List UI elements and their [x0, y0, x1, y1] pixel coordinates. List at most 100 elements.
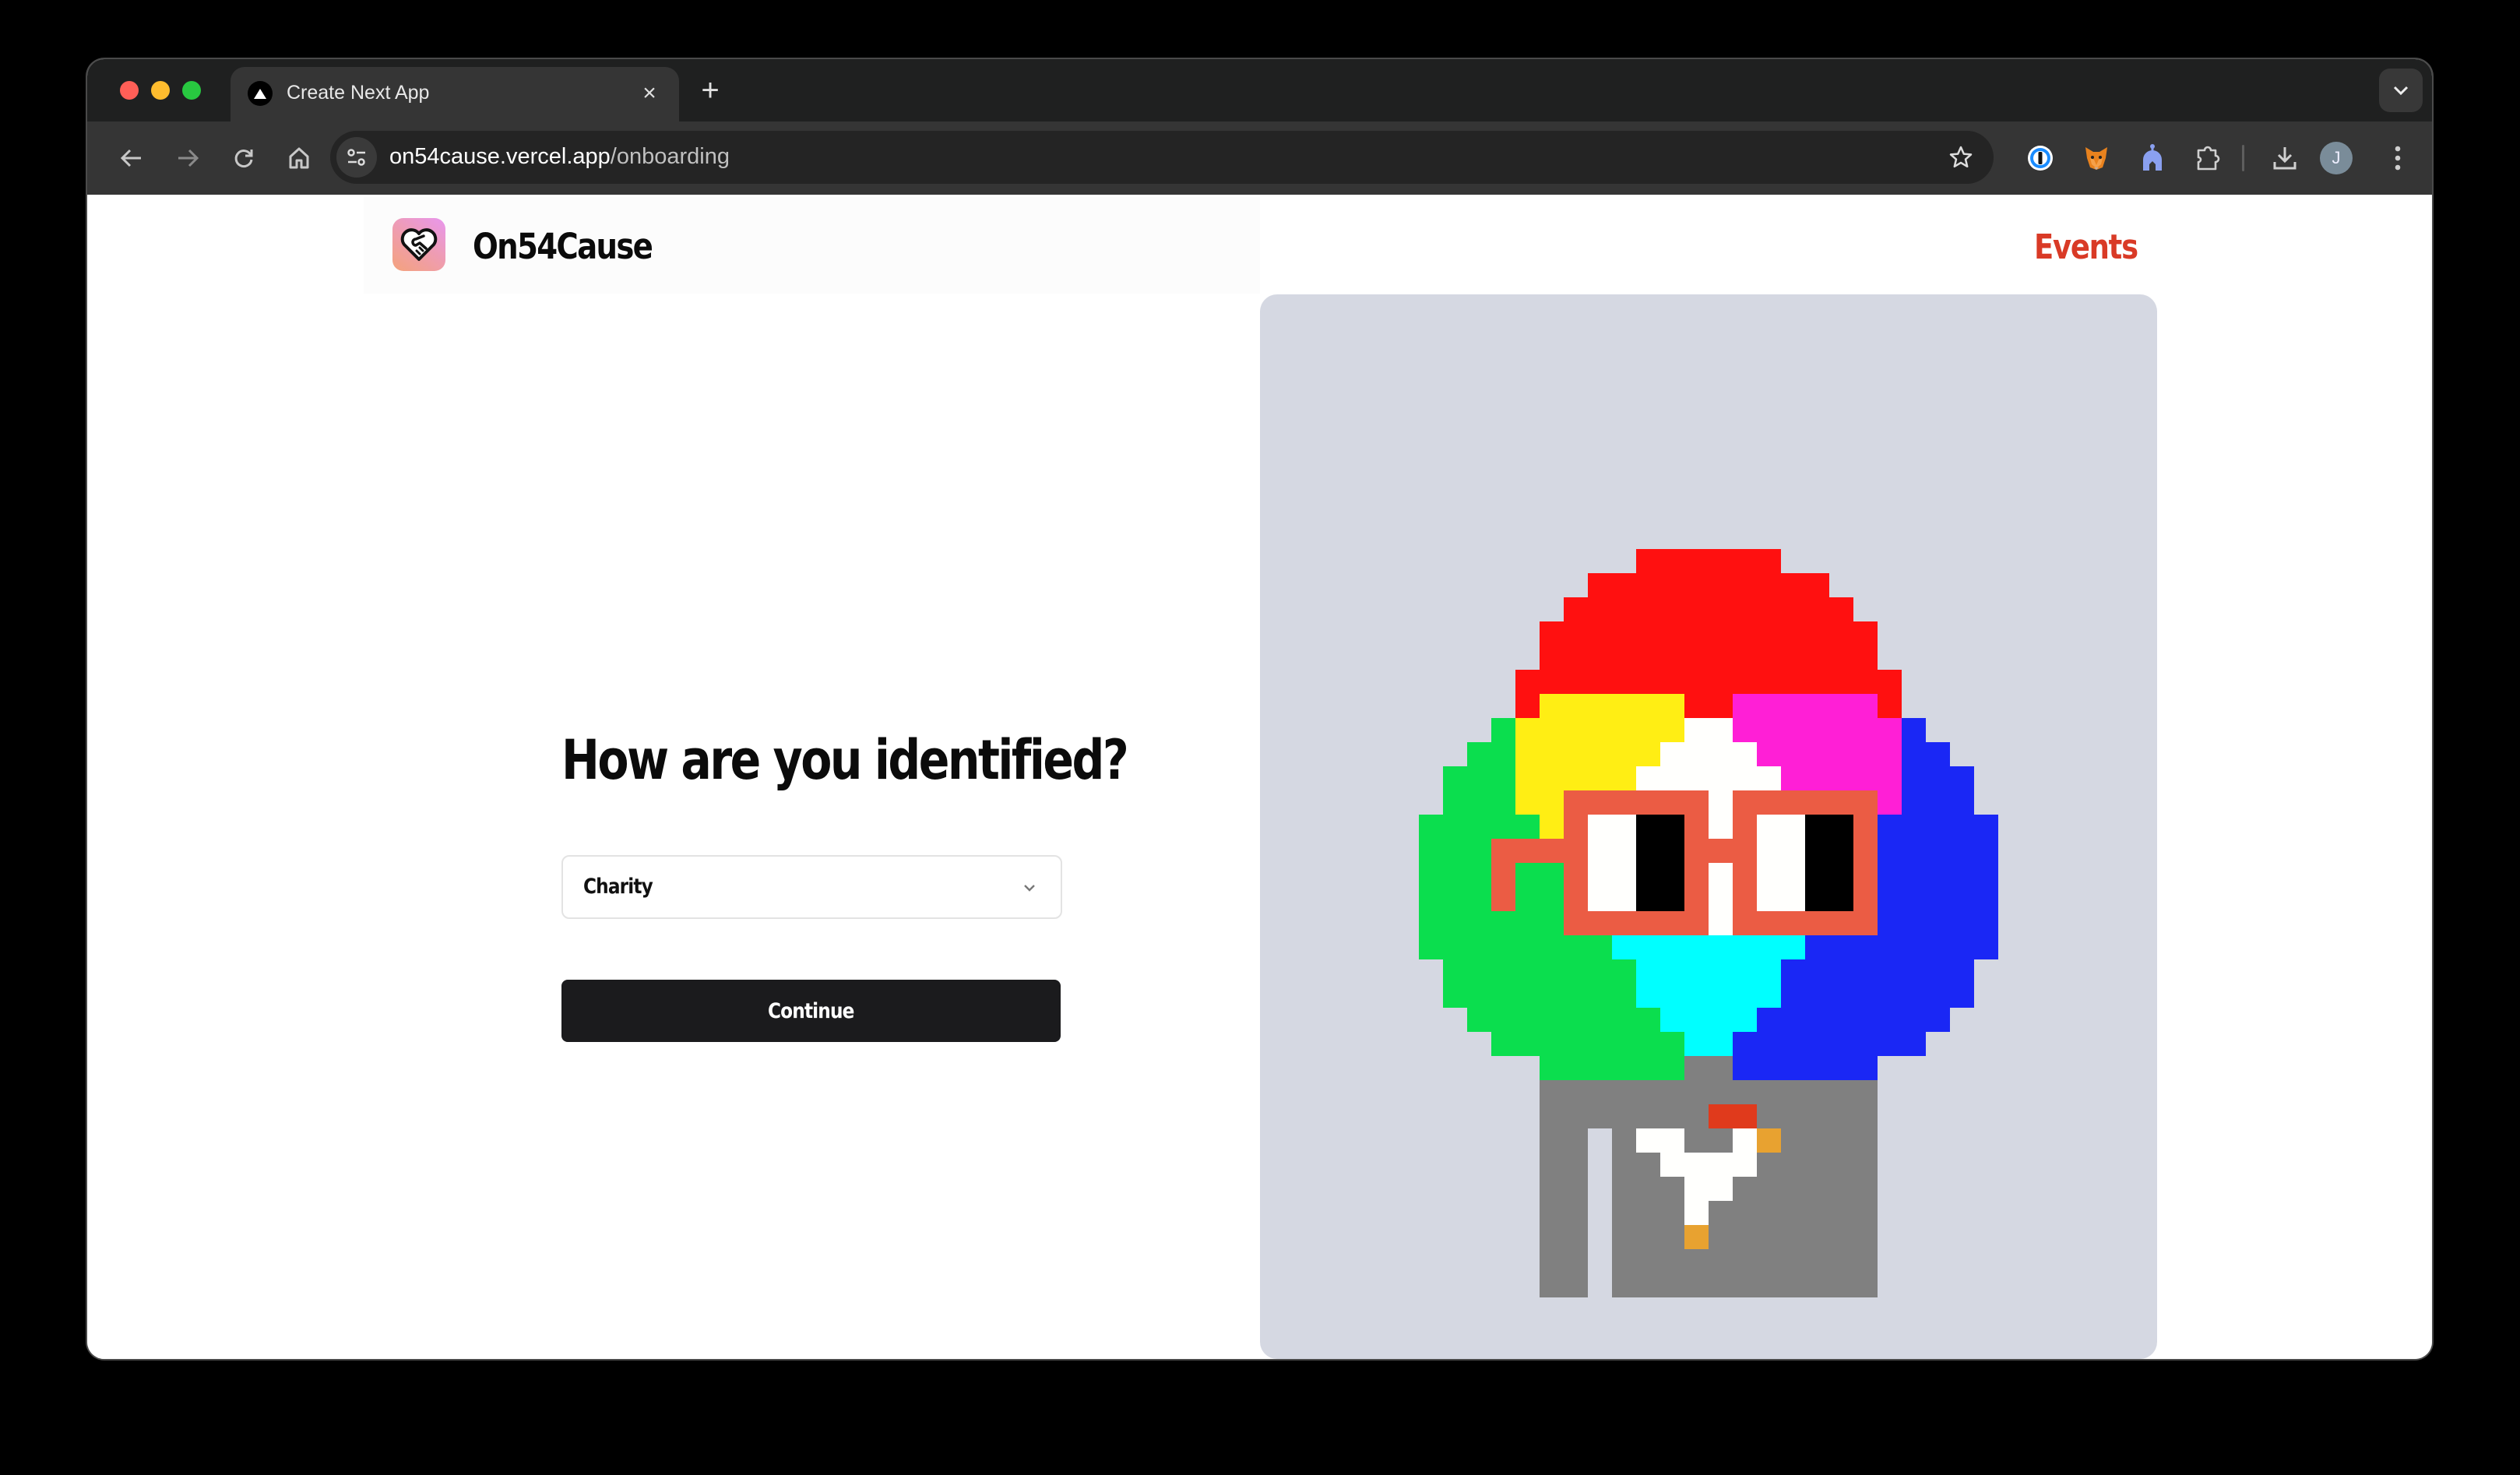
avatar-pixel: [1781, 959, 1805, 984]
avatar-pixel: [1709, 1273, 1733, 1297]
avatar-pixel: [1636, 1225, 1660, 1249]
avatar-pixel: [1878, 984, 1902, 1008]
avatar-pixel: [1974, 815, 1998, 839]
reload-button[interactable]: [224, 139, 263, 178]
logo[interactable]: [392, 218, 445, 271]
avatar-pixel: [1588, 766, 1612, 790]
continue-button[interactable]: Continue: [561, 980, 1061, 1042]
avatar-pixel: [1709, 1104, 1733, 1128]
avatar-pixel: [1588, 573, 1612, 597]
avatar-pixel: [1564, 1128, 1588, 1153]
close-tab-icon[interactable]: ×: [634, 78, 665, 109]
avatar-pixel: [1805, 1273, 1829, 1297]
avatar-pixel: [1733, 887, 1757, 911]
avatar-pixel: [1757, 694, 1781, 718]
downloads-icon[interactable]: [2265, 139, 2304, 178]
avatar-pixel: [1588, 887, 1612, 911]
avatar-pixel: [1636, 887, 1660, 911]
avatar-pixel: [1588, 621, 1612, 646]
avatar-pixel: [1853, 742, 1878, 766]
avatar-pixel: [1540, 1201, 1564, 1225]
avatar-pixel: [1829, 670, 1853, 694]
avatar-pixel: [1974, 935, 1998, 959]
avatar-pixel: [1612, 1177, 1636, 1201]
bookmark-star-icon[interactable]: [1945, 142, 1976, 173]
address-bar[interactable]: on54cause.vercel.app/onboarding: [330, 131, 1994, 184]
avatar-pixel: [1588, 984, 1612, 1008]
more-menu-icon[interactable]: [2378, 139, 2417, 178]
avatar-pixel: [1515, 887, 1540, 911]
url-text[interactable]: on54cause.vercel.app/onboarding: [389, 144, 730, 170]
avatar-pixel: [1805, 1177, 1829, 1201]
site-settings-icon[interactable]: [336, 137, 377, 178]
avatar-pixel: [1491, 887, 1515, 911]
nav-events-link[interactable]: Events: [2034, 227, 2138, 267]
avatar-pixel: [1926, 984, 1950, 1008]
avatar-pixel: [1515, 1008, 1540, 1032]
avatar-pixel: [1540, 1080, 1564, 1104]
avatar-pixel: [1805, 1201, 1829, 1225]
avatar-pixel: [1805, 790, 1829, 815]
minimize-window-button[interactable]: [151, 81, 170, 100]
maximize-window-button[interactable]: [182, 81, 201, 100]
profile-avatar[interactable]: J: [2320, 142, 2353, 174]
avatar-pixel: [1636, 694, 1660, 718]
avatar-pixel: [1660, 1056, 1684, 1080]
avatar-pixel: [1853, 863, 1878, 887]
avatar-pixel: [1612, 935, 1636, 959]
avatar-pixel: [1926, 1008, 1950, 1032]
avatar-pixel: [1612, 1249, 1636, 1273]
avatar-pixel: [1636, 1153, 1660, 1177]
avatar-pixel: [1853, 1008, 1878, 1032]
avatar-pixel: [1612, 911, 1636, 935]
avatar-pixel: [1733, 1273, 1757, 1297]
avatar-pixel: [1733, 597, 1757, 621]
avatar-pixel: [1853, 815, 1878, 839]
avatar-pixel: [1781, 597, 1805, 621]
home-button[interactable]: [280, 139, 319, 178]
identity-type-select[interactable]: Charity: [561, 855, 1062, 919]
avatar-pixel: [1757, 1128, 1781, 1153]
forward-button[interactable]: [168, 139, 207, 178]
avatar-pixel: [1829, 935, 1853, 959]
avatar-pixel: [1733, 984, 1757, 1008]
avatar-pixel: [1805, 597, 1829, 621]
avatar-pixel: [1636, 646, 1660, 670]
avatar-pixel: [1636, 742, 1660, 766]
avatar-pixel: [1684, 911, 1709, 935]
metamask-fox-icon[interactable]: [2077, 139, 2116, 178]
brand-name[interactable]: On54Cause: [473, 226, 653, 267]
avatar-pixel: [1757, 1225, 1781, 1249]
avatar-pixel: [1443, 959, 1467, 984]
reload-icon: [234, 150, 253, 167]
avatar-pixel: [1829, 887, 1853, 911]
tab-create-next-app[interactable]: Create Next App ×: [231, 67, 679, 121]
avatar-pixel: [1660, 742, 1684, 766]
puzzle-extensions-icon[interactable]: [2189, 139, 2228, 178]
avatar-pixel: [1540, 1056, 1564, 1080]
avatar-pixel: [1684, 573, 1709, 597]
avatar-pixel: [1805, 573, 1829, 597]
avatar-pixel: [1419, 911, 1443, 935]
close-window-button[interactable]: [120, 81, 139, 100]
tab-search-button[interactable]: [2379, 69, 2423, 112]
helmet-extension-icon[interactable]: [2133, 139, 2172, 178]
avatar-pixel: [1709, 670, 1733, 694]
1password-icon[interactable]: [2021, 139, 2060, 178]
avatar-pixel: [1805, 646, 1829, 670]
back-button[interactable]: [112, 139, 151, 178]
avatar-pixel: [1829, 863, 1853, 887]
avatar-pixel: [1612, 766, 1636, 790]
avatar-pixel: [1805, 670, 1829, 694]
avatar-pixel: [1588, 1080, 1612, 1104]
avatar-pixel: [1660, 646, 1684, 670]
avatar-pixel: [1757, 959, 1781, 984]
avatar-pixel: [1660, 1104, 1684, 1128]
avatar-pixel: [1660, 573, 1684, 597]
new-tab-button[interactable]: +: [693, 75, 727, 109]
avatar-pixel: [1660, 670, 1684, 694]
avatar-pixel: [1950, 766, 1974, 790]
avatar-pixel: [1709, 984, 1733, 1008]
toolbar-divider: [2242, 145, 2244, 171]
avatar-pixel: [1829, 1177, 1853, 1201]
